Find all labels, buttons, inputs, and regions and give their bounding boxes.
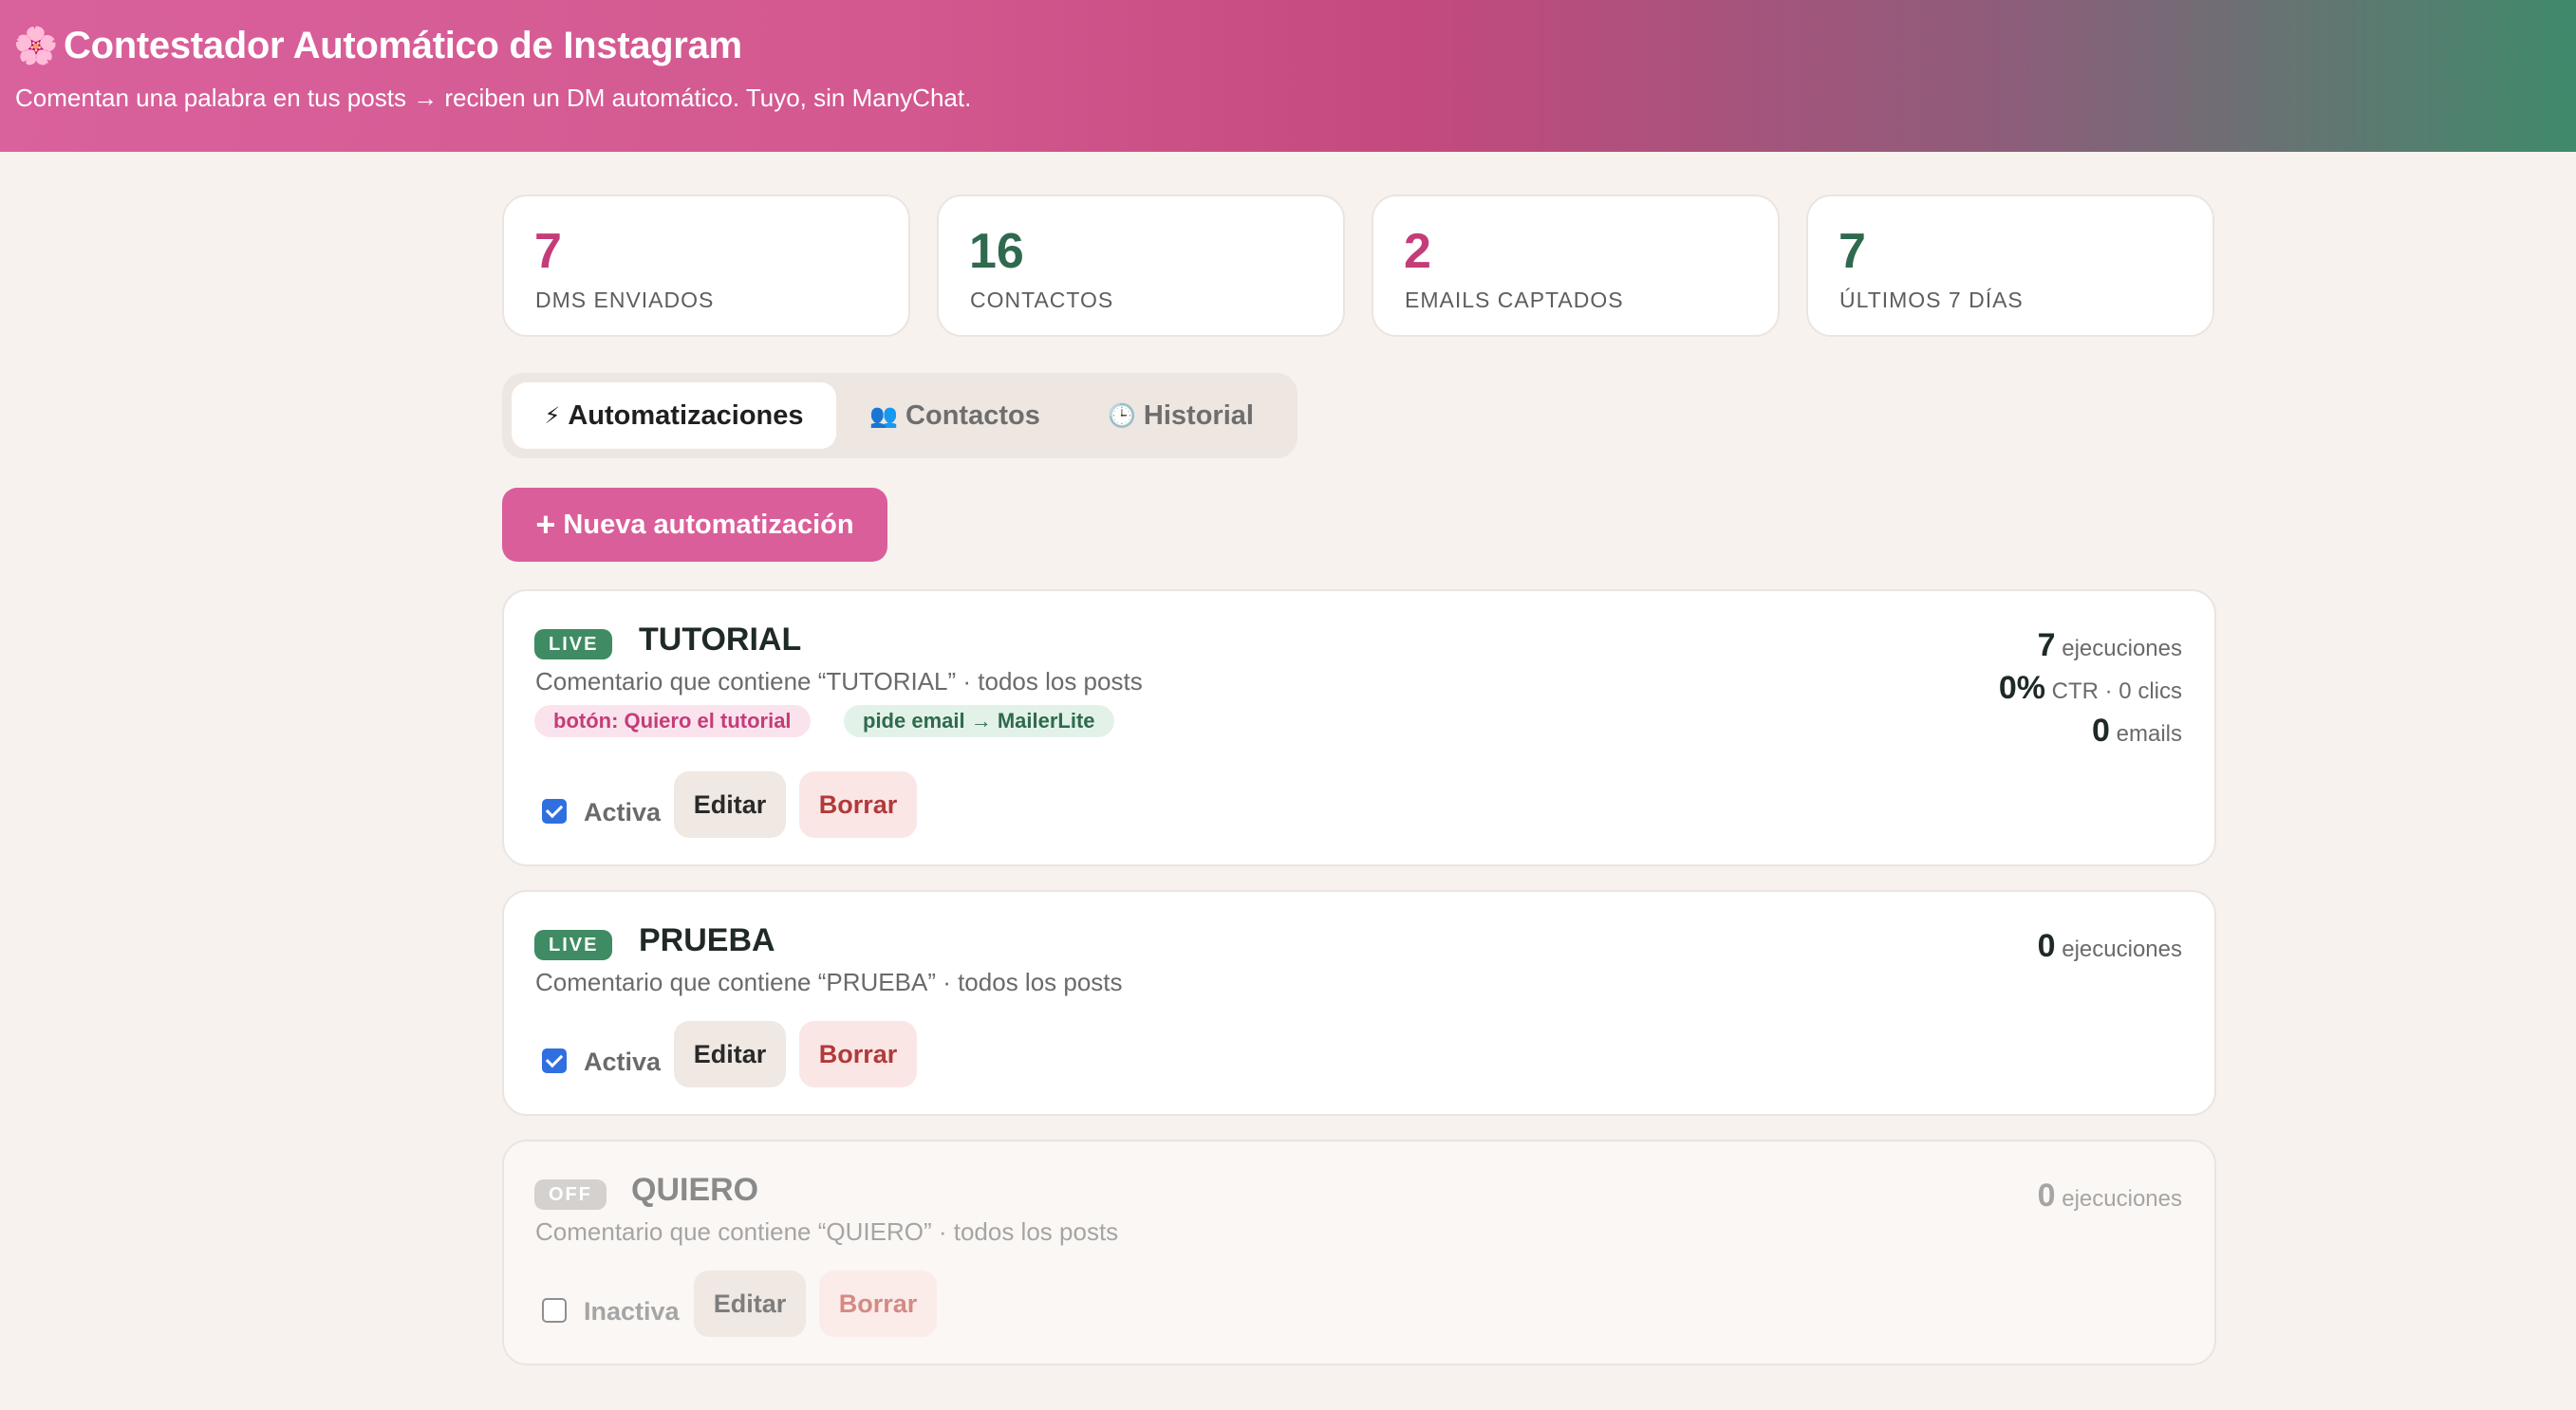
- edit-button[interactable]: Editar: [674, 1021, 786, 1087]
- status-badge: LIVE: [534, 930, 613, 960]
- page-title: 🌸 Contestador Automático de Instagram: [13, 25, 742, 67]
- tab-label: Contactos: [905, 399, 1040, 431]
- active-checkbox[interactable]: [542, 1298, 567, 1323]
- delete-button[interactable]: Borrar: [799, 771, 917, 838]
- active-checkbox[interactable]: [542, 1048, 567, 1073]
- tab-bar: ⚡ Automatizaciones 👥 Contactos 🕒 Histori…: [502, 373, 1297, 458]
- automation-description: Comentario que contiene “PRUEBA” · todos…: [535, 968, 1123, 996]
- clock-icon: 🕒: [1108, 402, 1136, 429]
- active-label: Activa: [584, 798, 662, 826]
- executions-label: ejecuciones: [2062, 636, 2182, 661]
- automation-description: Comentario que contiene “TUTORIAL” · tod…: [535, 667, 1143, 696]
- new-automation-label: Nueva automatización: [563, 509, 854, 540]
- stat-label: DMS ENVIADOS: [535, 288, 715, 312]
- stat-label: EMAILS CAPTADOS: [1405, 288, 1624, 312]
- emails-label: emails: [2116, 721, 2182, 747]
- active-checkbox[interactable]: [542, 799, 567, 824]
- page-subtitle: Comentan una palabra en tus posts → reci…: [15, 83, 972, 112]
- tag-button: botón: Quiero el tutorial: [534, 705, 811, 737]
- tab-label: Automatizaciones: [568, 399, 804, 431]
- cherry-blossom-icon: 🌸: [13, 26, 59, 66]
- delete-button[interactable]: Borrar: [819, 1271, 937, 1337]
- stat-label: ÚLTIMOS 7 DÍAS: [1839, 288, 2024, 312]
- tab-label: Historial: [1143, 399, 1254, 431]
- automation-card-prueba: LIVE PRUEBA Comentario que contiene “PRU…: [502, 890, 2216, 1116]
- edit-button[interactable]: Editar: [674, 771, 786, 838]
- ctr-label: CTR · 0 clics: [2051, 678, 2182, 704]
- automation-card-quiero: OFF QUIERO Comentario que contiene “QUIE…: [502, 1140, 2216, 1365]
- executions-metric: 0 ejecuciones: [2038, 1178, 2182, 1215]
- active-label: Inactiva: [584, 1297, 680, 1326]
- status-badge: LIVE: [534, 629, 613, 659]
- automation-description: Comentario que contiene “QUIERO” · todos…: [535, 1217, 1119, 1246]
- executions-label: ejecuciones: [2062, 1186, 2182, 1212]
- active-label: Activa: [584, 1048, 662, 1076]
- automation-title: TUTORIAL: [639, 622, 802, 658]
- page-title-text: Contestador Automático de Instagram: [64, 25, 742, 66]
- executions-value: 0: [2037, 928, 2056, 964]
- tab-historial[interactable]: 🕒 Historial: [1073, 382, 1288, 449]
- tab-contactos[interactable]: 👥 Contactos: [846, 382, 1064, 449]
- emails-metric: 0 emails: [2092, 713, 2182, 750]
- stat-card-emails: 2 EMAILS CAPTADOS: [1372, 195, 1780, 337]
- app-header: 🌸 Contestador Automático de Instagram Co…: [0, 0, 2576, 152]
- executions-value: 0: [2037, 1178, 2056, 1214]
- users-icon: 👥: [869, 402, 899, 429]
- stat-label: CONTACTOS: [970, 288, 1114, 312]
- tab-automatizaciones[interactable]: ⚡ Automatizaciones: [512, 382, 836, 449]
- automation-title: QUIERO: [631, 1172, 759, 1208]
- stat-card-dms: 7 DMS ENVIADOS: [502, 195, 910, 337]
- plus-icon: +: [535, 505, 556, 544]
- new-automation-button[interactable]: + Nueva automatización: [502, 488, 887, 562]
- automation-title: PRUEBA: [639, 922, 775, 958]
- stats-row: 7 DMS ENVIADOS 16 CONTACTOS 2 EMAILS CAP…: [502, 195, 2216, 339]
- automation-card-tutorial: LIVE TUTORIAL Comentario que contiene “T…: [502, 589, 2216, 866]
- stat-value: 2: [1404, 224, 1431, 279]
- executions-metric: 0 ejecuciones: [2038, 928, 2182, 965]
- lightning-icon: ⚡: [544, 402, 561, 429]
- executions-label: ejecuciones: [2062, 937, 2182, 962]
- ctr-value: 0%: [1998, 670, 2045, 706]
- edit-button[interactable]: Editar: [694, 1271, 806, 1337]
- executions-value: 7: [2037, 627, 2056, 663]
- status-badge: OFF: [534, 1179, 607, 1210]
- ctr-metric: 0% CTR · 0 clics: [1999, 670, 2182, 707]
- emails-value: 0: [2092, 713, 2110, 749]
- stat-value: 7: [1839, 224, 1866, 279]
- stat-value: 16: [969, 224, 1024, 279]
- stat-value: 7: [534, 224, 562, 279]
- tag-email: pide email → MailerLite: [844, 705, 1114, 737]
- executions-metric: 7 ejecuciones: [2038, 627, 2182, 664]
- stat-card-last-7-days: 7 ÚLTIMOS 7 DÍAS: [1806, 195, 2214, 337]
- stat-card-contacts: 16 CONTACTOS: [937, 195, 1345, 337]
- delete-button[interactable]: Borrar: [799, 1021, 917, 1087]
